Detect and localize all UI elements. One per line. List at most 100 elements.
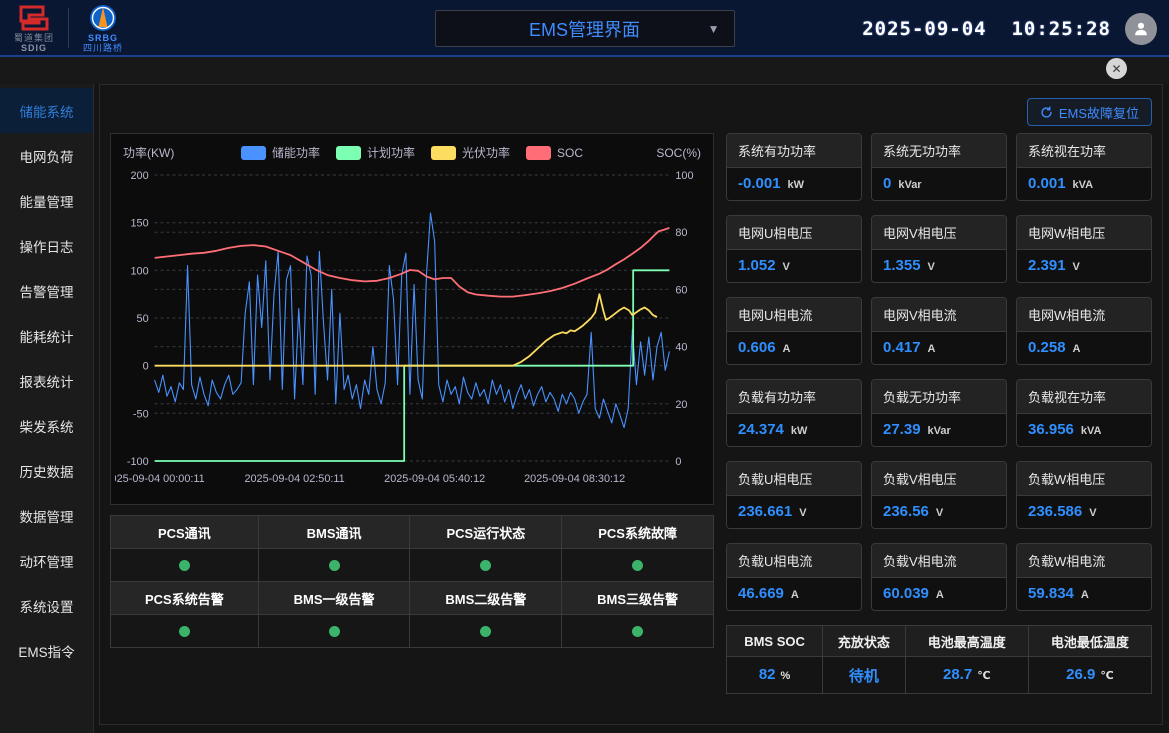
- view-selector-dropdown[interactable]: EMS管理界面 ▼: [435, 10, 735, 47]
- metric-unit: A: [1073, 343, 1081, 355]
- sidebar-item-history-data[interactable]: 历史数据: [0, 448, 93, 493]
- bms-header-cell: 电池最低温度: [1028, 626, 1151, 657]
- svg-text:100: 100: [675, 170, 693, 182]
- status-header-cell: PCS运行状态: [410, 516, 562, 549]
- metric-value: 46.669: [738, 585, 784, 602]
- metric-card: 电网V相电压1.355V: [871, 215, 1007, 283]
- metric-value-row: 0.258A: [1017, 332, 1151, 364]
- legend-swatch: [241, 146, 266, 160]
- metric-card: 系统无功功率0kVar: [871, 133, 1007, 201]
- metric-value: 1.355: [883, 257, 921, 274]
- sidebar-item-energy-management[interactable]: 能量管理: [0, 178, 93, 223]
- legend-label: 储能功率: [272, 144, 320, 161]
- metric-value-row: 0kVar: [872, 168, 1006, 200]
- srbg-logo: SRBG 四川路桥: [83, 3, 123, 53]
- status-ok-indicator: [632, 626, 643, 637]
- svg-text:150: 150: [131, 218, 149, 230]
- right-axis-title: SOC(%): [631, 146, 701, 160]
- metric-value: 0: [883, 175, 891, 192]
- svg-text:40: 40: [675, 342, 687, 354]
- bms-summary-table: BMS SOC充放状态电池最高温度电池最低温度82%待机28.7℃26.9℃: [726, 625, 1152, 694]
- metric-value-row: 236.56V: [872, 496, 1006, 528]
- svg-text:2025-09-04 05:40:12: 2025-09-04 05:40:12: [384, 473, 485, 485]
- sidebar-item-report-stats[interactable]: 报表统计: [0, 358, 93, 403]
- svg-text:20: 20: [675, 399, 687, 411]
- user-avatar[interactable]: [1125, 13, 1157, 45]
- status-ok-indicator: [179, 626, 190, 637]
- bms-header-cell: 电池最高温度: [905, 626, 1028, 657]
- metric-label: 负载无功功率: [872, 380, 1006, 414]
- metric-unit: V: [783, 261, 790, 273]
- legend-item[interactable]: 计划功率: [336, 144, 415, 161]
- svg-text:60: 60: [675, 284, 687, 296]
- status-header-cell: BMS三级告警: [562, 582, 714, 615]
- metric-value-row: 236.586V: [1017, 496, 1151, 528]
- bms-unit: ℃: [977, 670, 990, 682]
- left-axis-title: 功率(KW): [123, 144, 193, 161]
- bms-value-cell: 26.9℃: [1028, 657, 1151, 694]
- metric-value: 0.606: [738, 339, 776, 356]
- srbg-logo-icon: [88, 3, 118, 33]
- metric-label: 负载有功功率: [727, 380, 861, 414]
- main-panel: EMS故障复位 功率(KW) 储能功率 计划功率光伏功率 SOC SOC(%) 20…: [99, 84, 1163, 725]
- bms-unit: %: [781, 670, 791, 682]
- metric-card: 负载V相电压236.56V: [871, 461, 1007, 529]
- metric-label: 电网U相电压: [727, 216, 861, 250]
- metric-value-row: 46.669A: [727, 578, 861, 610]
- metric-value-row: 36.956 kVA: [1017, 414, 1151, 446]
- close-icon[interactable]: ✕: [1106, 58, 1127, 79]
- sidebar-item-env-management[interactable]: 动环管理: [0, 538, 93, 583]
- sidebar-item-diesel-system[interactable]: 柴发系统: [0, 403, 93, 448]
- status-dot-cell: [562, 615, 714, 648]
- metric-value: 236.586: [1028, 503, 1082, 520]
- status-ok-indicator: [329, 560, 340, 571]
- bms-value-cell: 待机: [823, 657, 906, 694]
- bms-value: 待机: [849, 668, 879, 685]
- metric-card: 负载V相电流 60.039 A: [871, 543, 1007, 611]
- chart-canvas[interactable]: 200150100500-50-1001008060402002025-09-0…: [115, 161, 709, 491]
- legend-item[interactable]: 储能功率: [241, 144, 320, 161]
- metric-card: 电网V相电流0.417A: [871, 297, 1007, 365]
- status-dot-cell: [410, 615, 562, 648]
- metric-value: 60.039: [883, 585, 929, 602]
- legend-item[interactable]: 光伏功率: [431, 144, 510, 161]
- sidebar-item-data-management[interactable]: 数据管理: [0, 493, 93, 538]
- metric-unit: V: [799, 507, 806, 519]
- legend-item[interactable]: SOC: [526, 144, 583, 161]
- metric-unit: A: [783, 343, 791, 355]
- sidebar-item-grid-load[interactable]: 电网负荷: [0, 133, 93, 178]
- metric-unit: kVar: [928, 425, 951, 437]
- metric-unit: kW: [791, 425, 808, 437]
- metric-unit: A: [1081, 589, 1089, 601]
- refresh-icon: [1040, 106, 1053, 119]
- metric-label: 系统有功功率: [727, 134, 861, 168]
- sidebar-item-energy-storage[interactable]: 储能系统: [0, 88, 93, 133]
- metric-label: 负载V相电流: [872, 544, 1006, 578]
- sidebar-item-system-settings[interactable]: 系统设置: [0, 583, 93, 628]
- svg-text:0: 0: [143, 361, 149, 373]
- sidebar-item-energy-consumption-stats[interactable]: 能耗统计: [0, 313, 93, 358]
- sidebar-item-alarm-management[interactable]: 告警管理: [0, 268, 93, 313]
- svg-text:2025-09-04 08:30:12: 2025-09-04 08:30:12: [524, 473, 625, 485]
- metric-label: 电网U相电流: [727, 298, 861, 332]
- metric-card: 电网W相电压2.391V: [1016, 215, 1152, 283]
- status-header-cell: PCS系统故障: [562, 516, 714, 549]
- metric-unit: A: [936, 589, 944, 601]
- pcs-bms-status-table: PCS通讯BMS通讯PCS运行状态PCS系统故障PCS系统告警BMS一级告警BM…: [110, 515, 714, 648]
- toolbar: EMS故障复位: [110, 93, 1152, 131]
- metric-value: 236.56: [883, 503, 929, 520]
- legend-swatch: [336, 146, 361, 160]
- metric-unit: kVA: [1081, 425, 1102, 437]
- bms-unit: ℃: [1100, 670, 1113, 682]
- metric-value: 236.661: [738, 503, 792, 520]
- metric-card: 负载W相电流59.834A: [1016, 543, 1152, 611]
- view-selector-label: EMS管理界面: [529, 16, 640, 42]
- metric-value: 36.956: [1028, 421, 1074, 438]
- sidebar-item-ems-command[interactable]: EMS指令: [0, 628, 93, 673]
- status-dot-cell: [258, 615, 410, 648]
- ems-fault-reset-button[interactable]: EMS故障复位: [1027, 98, 1152, 126]
- status-ok-indicator: [480, 560, 491, 571]
- sdig-logo-text-en: SDIG: [21, 43, 47, 53]
- sidebar-item-operation-log[interactable]: 操作日志: [0, 223, 93, 268]
- legend-label: 计划功率: [367, 144, 415, 161]
